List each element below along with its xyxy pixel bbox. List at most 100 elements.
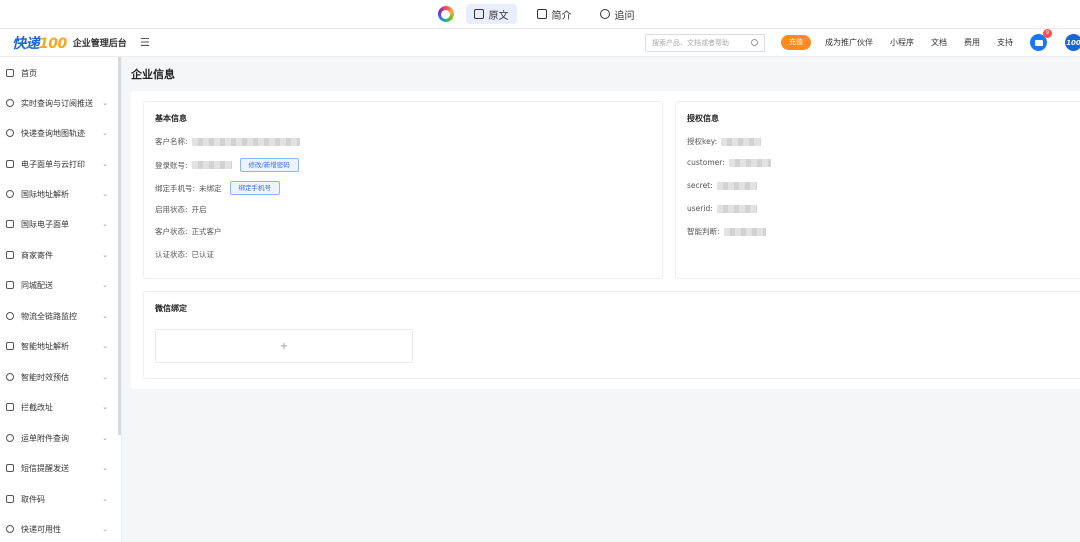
app-logo-icon	[437, 6, 454, 22]
panel-heading: 基本信息	[155, 114, 187, 123]
wechat-bind-panel: 微信绑定 +	[143, 291, 1080, 379]
header-link-docs[interactable]: 文档	[931, 37, 947, 48]
sidebar-scrollbar[interactable]	[118, 57, 121, 435]
sidebar-item-intercept[interactable]: 拦截改址 ⌄	[0, 397, 118, 417]
brand-logo: 快递100	[12, 35, 67, 52]
main-card: 基本信息 客户名称: 登录账号: 修改/新增密码 绑定手机号: 未绑定 绑定手机…	[131, 91, 1080, 389]
app-header: 快递100 企业管理后台 ☰ 搜索产品、文档或者帮助 充值 成为推广伙伴 小程序…	[0, 29, 1080, 57]
sidebar-item-pickup-code[interactable]: 取件码 ⌄	[0, 489, 118, 509]
chevron-down-icon: ⌄	[102, 160, 108, 168]
brand[interactable]: 快递100 企业管理后台	[0, 33, 150, 53]
document-icon	[473, 9, 484, 19]
tab-original[interactable]: 原文	[465, 4, 517, 24]
sidebar: 首页 实时查询与订阅推送 ⌄ 快递查询地图轨迹 ⌄ 电子面单与云打印 ⌄ 国际地址解析…	[0, 57, 122, 542]
masked-value	[728, 158, 771, 167]
masked-value	[191, 161, 232, 169]
masked-value	[191, 137, 300, 146]
sidebar-item-home[interactable]: 首页	[0, 63, 118, 83]
chevron-down-icon: ⌄	[102, 464, 108, 472]
chevron-down-icon: ⌄	[102, 434, 108, 442]
header-link-support[interactable]: 支持	[997, 37, 1013, 48]
sidebar-item-map-track[interactable]: 快递查询地图轨迹 ⌄	[0, 123, 118, 143]
customer-status-row: 客户状态: 正式客户	[155, 227, 222, 236]
chat-icon	[599, 9, 610, 19]
chevron-down-icon: ⌄	[102, 99, 108, 107]
customer-row: customer:	[687, 158, 771, 167]
masked-value	[723, 227, 766, 236]
bind-phone-button[interactable]: 绑定手机号	[229, 181, 281, 195]
panel-heading: 微信绑定	[155, 304, 187, 313]
login-account-row: 登录账号: 修改/新增密码	[155, 158, 299, 172]
chevron-down-icon: ⌄	[102, 220, 108, 228]
summary-icon	[536, 9, 547, 19]
tab-label: 简介	[551, 10, 572, 22]
sidebar-item-intl-address[interactable]: 国际地址解析 ⌄	[0, 184, 118, 204]
document-icon	[6, 220, 14, 228]
tab-summary[interactable]: 简介	[529, 4, 580, 24]
sms-icon	[6, 464, 14, 472]
wechat-add-button[interactable]: +	[155, 329, 413, 363]
sidebar-item-intl-eorder[interactable]: 国际电子面单 ⌄	[0, 214, 118, 234]
chevron-down-icon: ⌄	[102, 251, 108, 259]
sidebar-item-sms[interactable]: 短信提醒发送 ⌄	[0, 458, 118, 478]
package-icon	[6, 281, 14, 289]
header-link-partner[interactable]: 成为推广伙伴	[825, 37, 873, 48]
chevron-down-icon: ⌄	[102, 281, 108, 289]
sidebar-item-eorder-print[interactable]: 电子面单与云打印 ⌄	[0, 154, 118, 174]
printer-icon	[6, 160, 14, 168]
panel-heading: 授权信息	[687, 114, 719, 123]
chevron-down-icon: ⌄	[102, 373, 108, 381]
search-input[interactable]: 搜索产品、文档或者帮助	[645, 33, 765, 52]
smart-judge-row: 智能判断:	[687, 226, 766, 237]
notification-badge: 9	[1043, 29, 1052, 38]
masked-value	[716, 181, 757, 190]
sidebar-item-local-delivery[interactable]: 同城配送 ⌄	[0, 275, 118, 295]
sidebar-item-time-estimate[interactable]: 智能时效预估 ⌄	[0, 367, 118, 387]
brand-title: 企业管理后台	[72, 39, 127, 49]
avatar[interactable]: 100	[1065, 34, 1080, 51]
mail-icon[interactable]: 9	[1030, 29, 1052, 51]
sidebar-item-attachment-query[interactable]: 运单附件查询 ⌄	[0, 428, 118, 448]
sidebar-item-logistics-monitor[interactable]: 物流全链路监控 ⌄	[0, 306, 118, 326]
chevron-down-icon: ⌄	[102, 403, 108, 411]
code-icon	[6, 495, 14, 503]
menu-toggle-icon[interactable]: ☰	[140, 36, 150, 49]
auth-status-row: 认证状态: 已认证	[155, 250, 215, 259]
customer-name-row: 客户名称:	[155, 136, 300, 147]
chevron-down-icon: ⌄	[102, 312, 108, 320]
monitor-icon	[6, 312, 14, 320]
tab-label: 原文	[488, 10, 509, 22]
chevron-down-icon: ⌄	[102, 342, 108, 350]
userid-row: userid:	[687, 204, 757, 213]
enable-status-row: 启用状态: 开启	[155, 205, 207, 214]
sidebar-item-realtime-query[interactable]: 实时查询与订阅推送 ⌄	[0, 93, 118, 113]
search-icon	[6, 434, 14, 442]
tab-followup[interactable]: 追问	[592, 4, 643, 24]
chevron-down-icon: ⌄	[102, 525, 108, 533]
store-icon	[6, 251, 14, 259]
sidebar-item-availability[interactable]: 快递可用性 ⌄	[0, 519, 118, 539]
secret-row: secret:	[687, 181, 757, 190]
search-icon[interactable]	[751, 39, 758, 46]
header-link-miniprogram[interactable]: 小程序	[890, 37, 914, 48]
auth-key-row: 授权key:	[687, 136, 762, 147]
clock-icon	[6, 373, 14, 381]
location-icon	[6, 99, 14, 107]
sidebar-item-merchant-ship[interactable]: 商家寄件 ⌄	[0, 245, 118, 265]
home-icon	[6, 69, 14, 77]
change-password-button[interactable]: 修改/新增密码	[239, 158, 299, 172]
tab-label: 追问	[614, 10, 635, 22]
recharge-button[interactable]: 充值	[781, 35, 811, 50]
masked-value	[716, 204, 757, 213]
pin-icon	[6, 190, 14, 198]
send-icon	[6, 342, 14, 350]
page-title: 企业信息	[131, 68, 175, 81]
chevron-down-icon: ⌄	[102, 495, 108, 503]
chevron-down-icon: ⌄	[102, 190, 108, 198]
header-link-fees[interactable]: 费用	[964, 37, 980, 48]
reader-topbar: 原文 简介 追问	[0, 0, 1080, 29]
edit-icon	[6, 403, 14, 411]
sidebar-item-smart-address[interactable]: 智能地址解析 ⌄	[0, 336, 118, 356]
user-icon	[6, 525, 14, 533]
authorization-panel: 授权信息 授权key: customer: secret: userid: 智能…	[675, 101, 1080, 279]
